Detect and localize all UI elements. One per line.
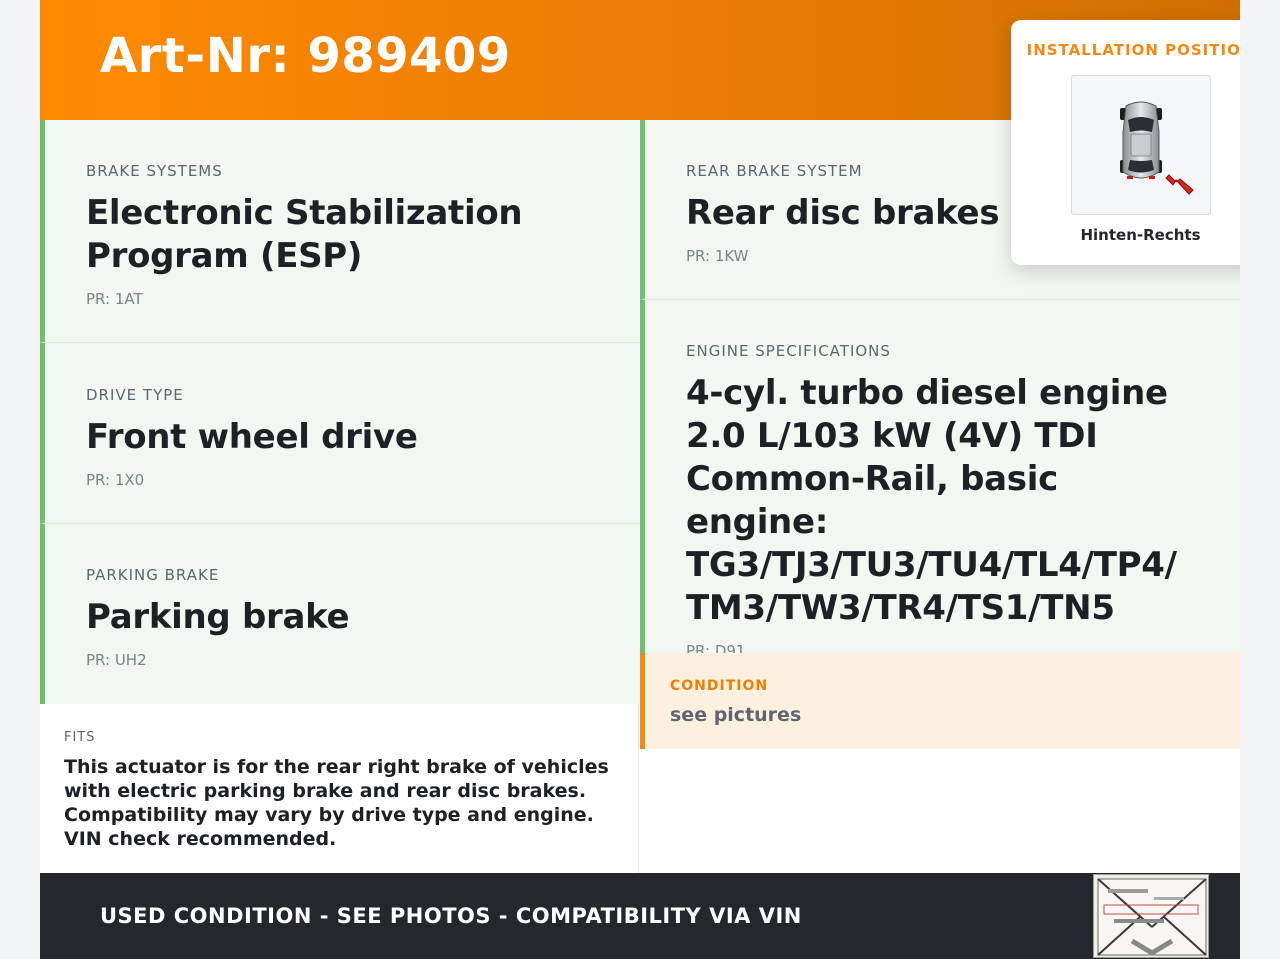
spec-value: Parking brake — [86, 597, 350, 637]
spec-value: Electronic Stabilization Program (ESP) — [86, 193, 523, 276]
condition-box: CONDITION see pictures — [640, 653, 1240, 749]
product-page: Art-Nr: 989409 BRAKE SYSTEMS Electronic … — [40, 0, 1240, 959]
footer-text: USED CONDITION - SEE PHOTOS - COMPATIBIL… — [100, 904, 802, 928]
spec-label: PARKING BRAKE — [86, 566, 220, 584]
spec-pr-code: PR: 1AT — [86, 290, 143, 308]
spec-card-engine: ENGINE SPECIFICATIONS 4-cyl. turbo diese… — [640, 300, 1240, 660]
fits-label: FITS — [64, 730, 96, 745]
installation-position-title: INSTALLATION POSITION — [1026, 41, 1240, 59]
spec-card-drive-type: DRIVE TYPE Front wheel drive PR: 1X0 — [40, 343, 640, 524]
footer-bar: USED CONDITION - SEE PHOTOS - COMPATIBIL… — [40, 873, 1240, 959]
spec-card-brake-systems: BRAKE SYSTEMS Electronic Stabilization P… — [40, 120, 640, 343]
spec-label: DRIVE TYPE — [86, 386, 184, 404]
spec-pr-code: PR: UH2 — [86, 651, 147, 669]
installation-position-value: Hinten-Rechts — [1080, 226, 1201, 244]
car-top-view-icon — [1120, 101, 1194, 195]
spec-card-parking-brake: PARKING BRAKE Parking brake PR: UH2 — [40, 524, 640, 704]
spec-label: BRAKE SYSTEMS — [86, 162, 223, 180]
spec-label: ENGINE SPECIFICATIONS — [686, 342, 891, 360]
installation-position-card: INSTALLATION POSITION Hinten-Rechts — [1011, 20, 1240, 265]
spec-pr-code: PR: 1X0 — [86, 471, 145, 489]
fits-description: This actuator is for the rear right brak… — [64, 756, 609, 850]
spec-value: Front wheel drive — [86, 417, 418, 457]
installation-diagram — [1071, 75, 1211, 215]
article-number-title: Art-Nr: 989409 — [100, 28, 511, 84]
spec-value: 4-cyl. turbo diesel engine 2.0 L/103 kW … — [686, 373, 1177, 628]
condition-label: CONDITION — [670, 678, 769, 694]
fits-section: FITS This actuator is for the rear right… — [40, 704, 639, 873]
vin-label-photo-thumbnail[interactable] — [1093, 874, 1209, 958]
condition-value: see pictures — [670, 704, 802, 726]
envelope-photo-icon — [1094, 875, 1208, 957]
